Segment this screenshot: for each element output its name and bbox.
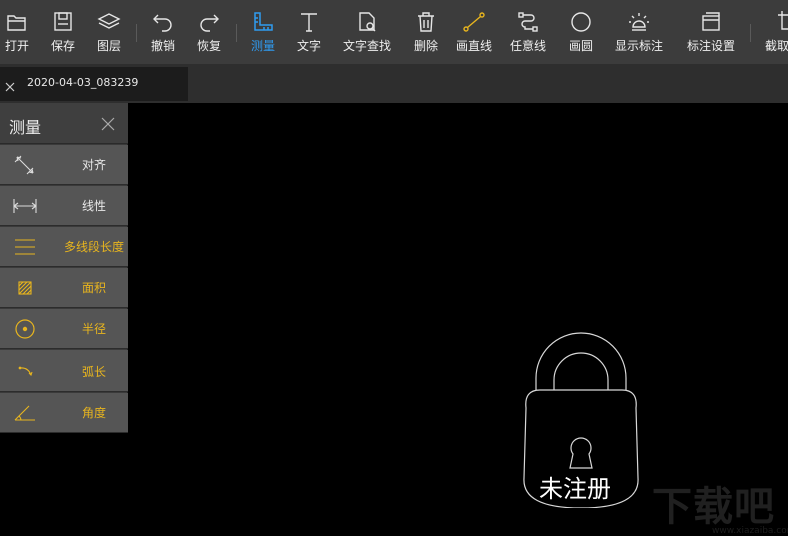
layers-label: 图层	[96, 39, 121, 53]
radius-icon	[12, 317, 38, 341]
measure-item-radius[interactable]: 半径	[0, 309, 128, 349]
redo-button[interactable]: 恢复	[194, 0, 224, 64]
draw-line-label: 画直线	[455, 39, 492, 53]
draw-circle-label: 画圆	[568, 39, 593, 53]
layers-icon	[96, 9, 122, 35]
folder-open-icon	[4, 9, 30, 35]
area-icon	[12, 276, 38, 300]
aligned-dimension-icon	[12, 153, 38, 177]
save-button[interactable]: 保存	[48, 0, 78, 64]
text-search-icon	[354, 9, 380, 35]
annotation-settings-icon	[698, 9, 724, 35]
undo-button[interactable]: 撤销	[148, 0, 178, 64]
measure-label: 测量	[250, 39, 275, 53]
linear-dimension-icon	[12, 194, 38, 218]
toolbar: 打开 保存 图层 撤销 恢复 测量 文字 文字查找 删除 画直线 任意线 画圆 …	[0, 0, 788, 64]
measure-item-area[interactable]: 面积	[0, 268, 128, 308]
lightbulb-icon	[626, 9, 652, 35]
polyline-length-icon	[12, 235, 38, 259]
measure-item-label: 对齐	[81, 158, 106, 172]
undo-icon	[150, 9, 176, 35]
unregistered-watermark-text: 未注册	[539, 475, 611, 503]
tab-bar: 2020-04-03_083239	[0, 64, 788, 103]
crop-icon	[776, 9, 788, 35]
save-icon	[50, 9, 76, 35]
draw-circle-button[interactable]: 画圆	[566, 0, 596, 64]
draw-line-button[interactable]: 画直线	[454, 0, 494, 64]
text-icon	[296, 9, 322, 35]
measure-item-arc-length[interactable]: 弧长	[0, 350, 128, 392]
text-search-label: 文字查找	[342, 39, 391, 53]
toolbar-separator	[750, 24, 751, 42]
delete-label: 删除	[413, 39, 438, 53]
arc-length-icon	[12, 359, 38, 383]
trash-icon	[413, 9, 439, 35]
save-label: 保存	[50, 39, 75, 53]
text-button[interactable]: 文字	[294, 0, 324, 64]
measure-panel-header: 测量	[0, 103, 128, 144]
measure-item-label: 多线段长度	[63, 240, 124, 254]
crop-button[interactable]: 截取	[762, 0, 788, 64]
text-search-button[interactable]: 文字查找	[340, 0, 394, 64]
measure-item-label: 线性	[81, 199, 106, 213]
toolbar-separator	[236, 24, 237, 42]
tab-title: 2020-04-03_083239	[27, 76, 139, 89]
line-icon	[461, 9, 487, 35]
measure-item-label: 弧长	[81, 365, 106, 379]
open-button[interactable]: 打开	[2, 0, 32, 64]
toolbar-separator	[136, 24, 137, 42]
polyline-icon	[515, 9, 541, 35]
site-logo-watermark: 下载吧	[652, 484, 775, 530]
layers-button[interactable]: 图层	[94, 0, 124, 64]
show-annotation-button[interactable]: 显示标注	[612, 0, 666, 64]
measure-item-label: 面积	[81, 281, 106, 295]
undo-label: 撤销	[150, 39, 175, 53]
close-icon[interactable]	[101, 116, 115, 131]
show-annotation-label: 显示标注	[614, 39, 663, 53]
measure-item-polyline-length[interactable]: 多线段长度	[0, 227, 128, 267]
measure-item-label: 角度	[81, 406, 106, 420]
crop-label: 截取	[765, 39, 788, 53]
measure-item-aligned[interactable]: 对齐	[0, 145, 128, 185]
ruler-icon	[250, 9, 276, 35]
redo-icon	[196, 9, 222, 35]
redo-label: 恢复	[196, 39, 221, 53]
polyline-button[interactable]: 任意线	[508, 0, 548, 64]
measure-panel-title: 测量	[9, 118, 42, 137]
site-url-watermark: www.xiazaiba.com	[712, 526, 788, 536]
measure-panel: 测量 对齐 线性 多线段长度 面积 半径 弧长 角度	[0, 103, 128, 433]
text-label: 文字	[296, 39, 321, 53]
delete-button[interactable]: 删除	[411, 0, 441, 64]
measure-button[interactable]: 测量	[248, 0, 278, 64]
annotation-settings-label: 标注设置	[686, 39, 735, 53]
angle-icon	[12, 401, 38, 425]
document-tab[interactable]: 2020-04-03_083239	[0, 67, 188, 101]
measure-item-angle[interactable]: 角度	[0, 393, 128, 433]
measure-item-linear[interactable]: 线性	[0, 186, 128, 226]
annotation-settings-button[interactable]: 标注设置	[684, 0, 738, 64]
close-icon[interactable]	[5, 77, 15, 92]
open-label: 打开	[4, 39, 29, 53]
polyline-label: 任意线	[509, 39, 546, 53]
circle-icon	[568, 9, 594, 35]
measure-item-label: 半径	[81, 322, 106, 336]
